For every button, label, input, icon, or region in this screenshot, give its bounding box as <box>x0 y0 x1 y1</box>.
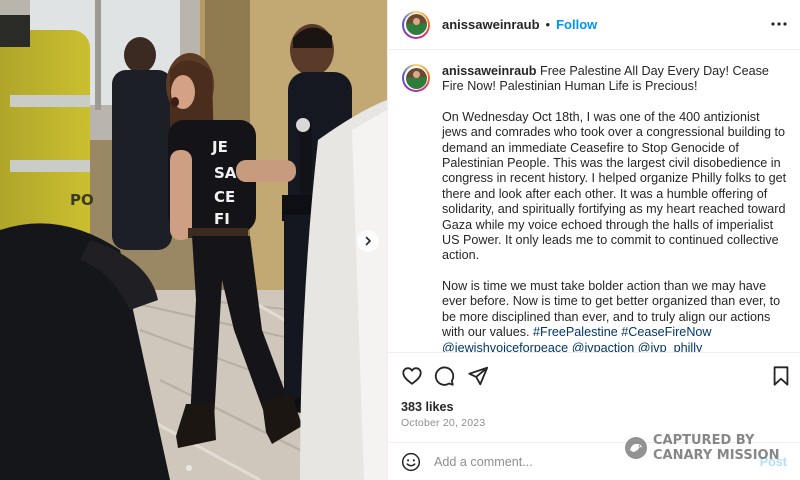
paper-plane-icon[interactable] <box>467 365 489 387</box>
avatar[interactable] <box>402 10 430 39</box>
post-photo[interactable]: JE SA CE FI PO <box>0 0 387 480</box>
header-separator: • <box>545 17 551 32</box>
comment-bar: Post <box>388 442 800 480</box>
protest-photo-image: JE SA CE FI PO <box>0 0 387 480</box>
post-actions <box>388 352 800 397</box>
chevron-right-icon <box>365 236 371 246</box>
smiley-icon[interactable] <box>401 452 421 472</box>
caption-first-line: anissaweinraub Free Palestine All Day Ev… <box>442 64 787 95</box>
mention-jvpaction[interactable]: @jvpaction <box>572 341 635 353</box>
caption-username[interactable]: anissaweinraub <box>442 64 537 78</box>
follow-button[interactable]: Follow <box>556 17 597 32</box>
shirt-print-line-1: JE <box>211 138 228 156</box>
hashtag-freepalestine[interactable]: #FreePalestine <box>533 325 618 339</box>
bookmark-icon[interactable] <box>770 365 792 387</box>
post-date: October 20, 2023 <box>401 417 486 429</box>
caption-body: anissaweinraub Free Palestine All Day Ev… <box>442 64 787 352</box>
carousel-dot <box>186 465 192 471</box>
post-comment-button[interactable]: Post <box>760 455 787 469</box>
svg-text:PO: PO <box>70 191 94 209</box>
more-horizontal-icon <box>771 22 787 26</box>
comment-input[interactable] <box>434 451 764 473</box>
more-options-button[interactable] <box>771 16 787 32</box>
shirt-print-line-3: CE <box>214 188 235 206</box>
post-side-panel: anissaweinraub • Follow anissaweinraub F… <box>387 0 800 480</box>
header-username[interactable]: anissaweinraub <box>442 17 540 32</box>
post-header: anissaweinraub • Follow <box>388 0 800 50</box>
hashtag-ceasefirenow[interactable]: #CeaseFireNow <box>621 325 711 339</box>
likes-count[interactable]: 383 likes <box>401 400 454 414</box>
comment-bubble-icon[interactable] <box>433 365 455 387</box>
caption-area: anissaweinraub Free Palestine All Day Ev… <box>388 51 800 352</box>
caption-paragraph-2: Now is time we must take bolder action t… <box>442 279 787 352</box>
caption-avatar[interactable] <box>402 64 430 92</box>
heart-icon[interactable] <box>401 365 423 387</box>
mention-jewishvoiceforpeace[interactable]: @jewishvoiceforpeace <box>442 341 568 353</box>
shirt-print-line-4: FI <box>214 210 230 228</box>
mention-jvp-philly[interactable]: @jvp_philly <box>638 341 703 353</box>
shirt-print-line-2: SA <box>214 164 237 182</box>
next-image-button[interactable] <box>357 230 379 252</box>
caption-paragraph-1: On Wednesday Oct 18th, I was one of the … <box>442 109 787 263</box>
